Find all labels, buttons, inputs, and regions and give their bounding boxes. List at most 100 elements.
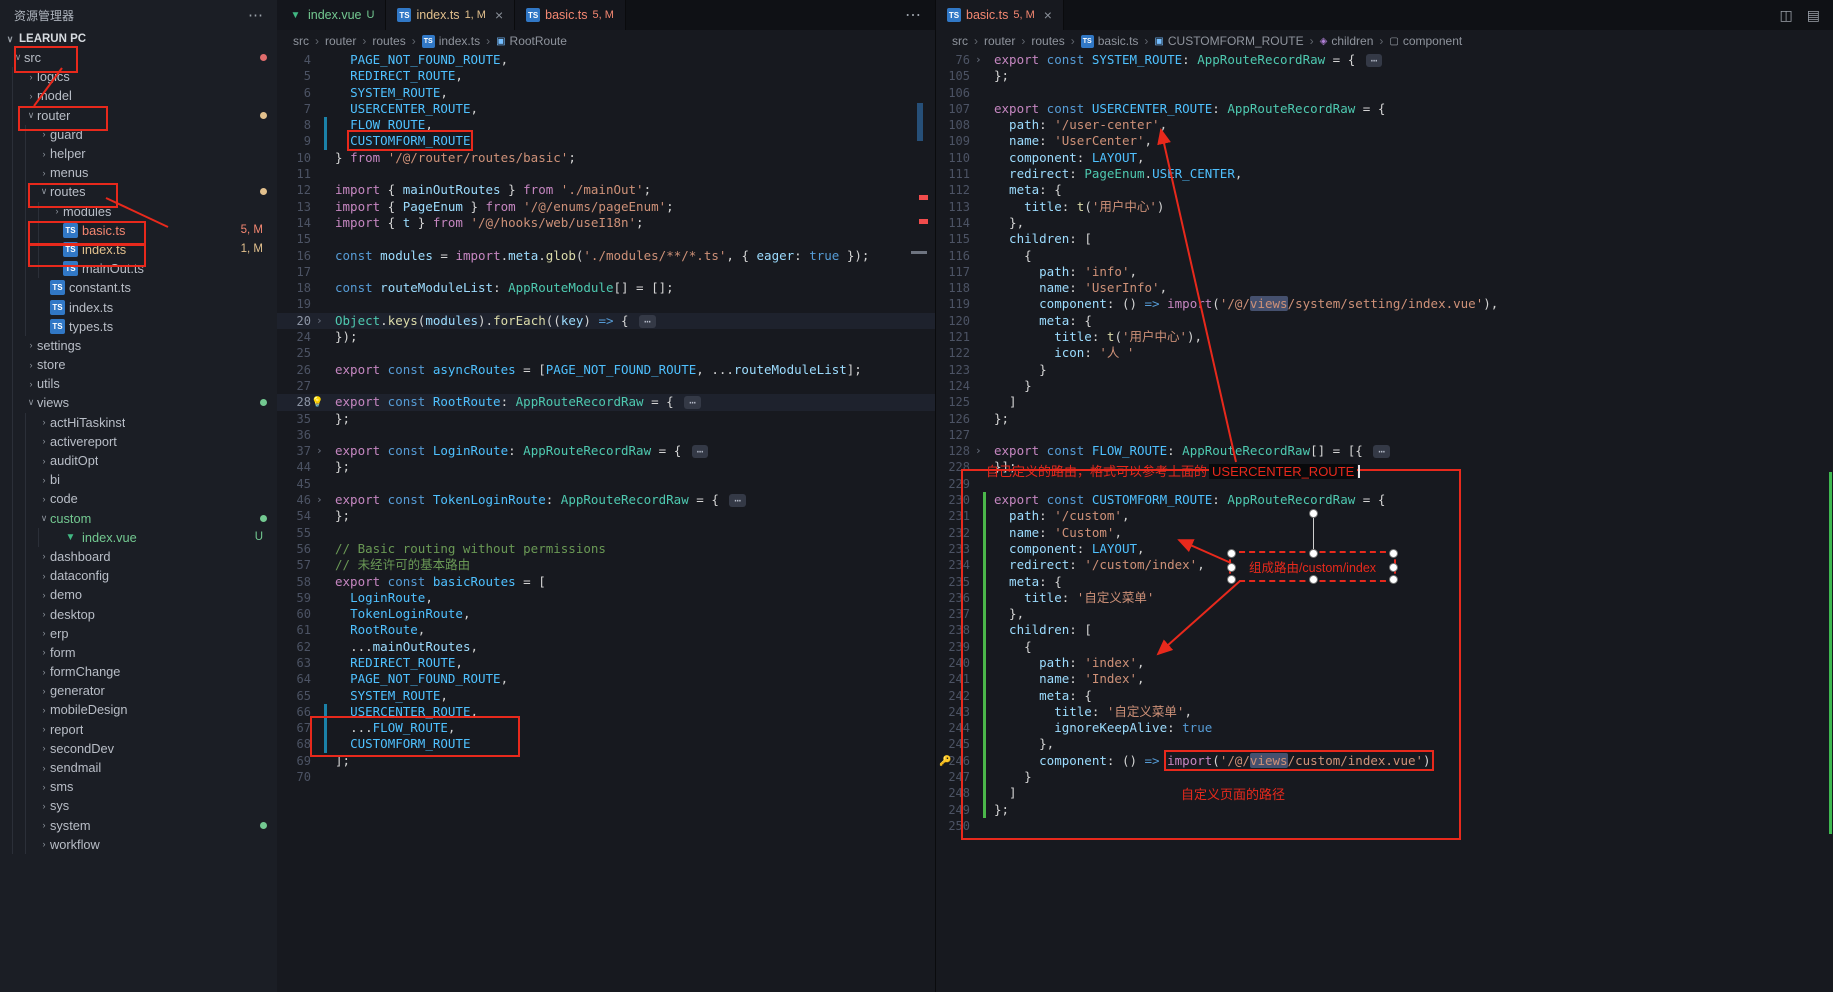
code-line-128[interactable]: 128›export const FLOW_ROUTE: AppRouteRec… bbox=[936, 443, 1833, 459]
tree-item-report[interactable]: ›report bbox=[0, 720, 277, 739]
code-line-123[interactable]: 123 } bbox=[936, 362, 1833, 378]
code-line-36[interactable]: 36 bbox=[277, 427, 935, 443]
code-line-124[interactable]: 124 } bbox=[936, 378, 1833, 394]
tree-item-index.ts[interactable]: TSindex.ts1, M bbox=[0, 240, 277, 259]
code-line-4[interactable]: 4 PAGE_NOT_FOUND_ROUTE, bbox=[277, 52, 935, 68]
code-line-118[interactable]: 118 name: 'UserInfo', bbox=[936, 280, 1833, 296]
breadcrumb-item-router[interactable]: router bbox=[984, 34, 1015, 48]
code-line-13[interactable]: 13import { PageEnum } from '/@/enums/pag… bbox=[277, 199, 935, 215]
code-line-17[interactable]: 17 bbox=[277, 264, 935, 280]
code-line-120[interactable]: 120 meta: { bbox=[936, 313, 1833, 329]
code-line-107[interactable]: 107export const USERCENTER_ROUTE: AppRou… bbox=[936, 101, 1833, 117]
code-line-15[interactable]: 15 bbox=[277, 231, 935, 247]
code-line-28[interactable]: 28💡export const RootRoute: AppRouteRecor… bbox=[277, 394, 935, 410]
code-line-108[interactable]: 108 path: '/user-center', bbox=[936, 117, 1833, 133]
fold-chevron-icon[interactable]: › bbox=[975, 443, 982, 459]
code-line-60[interactable]: 60 TokenLoginRoute, bbox=[277, 606, 935, 622]
breadcrumb-item-src[interactable]: src bbox=[293, 34, 309, 48]
code-line-247[interactable]: 247 } bbox=[936, 769, 1833, 785]
breadcrumb-item-component[interactable]: ▢component bbox=[1389, 34, 1462, 48]
code-line-64[interactable]: 64 PAGE_NOT_FOUND_ROUTE, bbox=[277, 671, 935, 687]
code-line-230[interactable]: 230export const CUSTOMFORM_ROUTE: AppRou… bbox=[936, 492, 1833, 508]
code-line-238[interactable]: 238 children: [ bbox=[936, 622, 1833, 638]
code-line-250[interactable]: 250 bbox=[936, 818, 1833, 834]
fold-chevron-icon[interactable]: › bbox=[975, 52, 982, 68]
lightbulb-icon[interactable]: 💡 bbox=[311, 395, 323, 411]
code-line-126[interactable]: 126}; bbox=[936, 411, 1833, 427]
tree-item-auditOpt[interactable]: ›auditOpt bbox=[0, 451, 277, 470]
tree-item-logics[interactable]: ›logics bbox=[0, 67, 277, 86]
tree-item-dataconfig[interactable]: ›dataconfig bbox=[0, 566, 277, 585]
code-line-69[interactable]: 69]; bbox=[277, 753, 935, 769]
code-line-111[interactable]: 111 redirect: PageEnum.USER_CENTER, bbox=[936, 166, 1833, 182]
tree-item-sys[interactable]: ›sys bbox=[0, 796, 277, 815]
tree-item-dashboard[interactable]: ›dashboard bbox=[0, 547, 277, 566]
code-line-114[interactable]: 114 }, bbox=[936, 215, 1833, 231]
code-line-46[interactable]: 46›export const TokenLoginRoute: AppRout… bbox=[277, 492, 935, 508]
tree-item-desktop[interactable]: ›desktop bbox=[0, 604, 277, 623]
tree-item-src[interactable]: ∨src bbox=[0, 48, 277, 67]
code-line-27[interactable]: 27 bbox=[277, 378, 935, 394]
code-line-63[interactable]: 63 REDIRECT_ROUTE, bbox=[277, 655, 935, 671]
code-line-228[interactable]: 228}]; bbox=[936, 459, 1833, 475]
code-line-8[interactable]: 8 FLOW_ROUTE, bbox=[277, 117, 935, 133]
tree-item-activereport[interactable]: ›activereport bbox=[0, 432, 277, 451]
tree-item-types.ts[interactable]: TStypes.ts bbox=[0, 317, 277, 336]
tree-item-code[interactable]: ›code bbox=[0, 489, 277, 508]
close-icon[interactable]: × bbox=[1044, 7, 1052, 23]
tree-item-views[interactable]: ∨views bbox=[0, 393, 277, 412]
tree-item-index.ts[interactable]: TSindex.ts bbox=[0, 297, 277, 316]
tree-item-custom[interactable]: ∨custom bbox=[0, 509, 277, 528]
scrollbar-thumb[interactable] bbox=[917, 103, 923, 141]
code-line-249[interactable]: 249}; bbox=[936, 802, 1833, 818]
code-line-232[interactable]: 232 name: 'Custom', bbox=[936, 525, 1833, 541]
split-editor-icon[interactable]: ◫ bbox=[1780, 7, 1793, 24]
code-line-25[interactable]: 25 bbox=[277, 345, 935, 361]
tree-item-constant.ts[interactable]: TSconstant.ts bbox=[0, 278, 277, 297]
tree-item-modules[interactable]: ›modules bbox=[0, 202, 277, 221]
code-line-105[interactable]: 105}; bbox=[936, 68, 1833, 84]
code-line-110[interactable]: 110 component: LAYOUT, bbox=[936, 150, 1833, 166]
code-area-index-ts[interactable]: 4 PAGE_NOT_FOUND_ROUTE,5 REDIRECT_ROUTE,… bbox=[277, 52, 935, 992]
more-actions-icon[interactable]: ⋯ bbox=[248, 6, 263, 24]
tree-item-erp[interactable]: ›erp bbox=[0, 624, 277, 643]
editor-actions-icon[interactable]: ⋯ bbox=[891, 0, 935, 30]
breadcrumb-item-children[interactable]: ◈children bbox=[1320, 34, 1374, 48]
tree-item-routes[interactable]: ∨routes bbox=[0, 182, 277, 201]
code-line-20[interactable]: 20›Object.keys(modules).forEach((key) =>… bbox=[277, 313, 935, 329]
code-line-246[interactable]: 246🔑 component: () => import('/@/views/c… bbox=[936, 753, 1833, 769]
code-line-26[interactable]: 26export const asyncRoutes = [PAGE_NOT_F… bbox=[277, 362, 935, 378]
tab-index.ts[interactable]: TSindex.ts1, M× bbox=[386, 0, 515, 30]
code-line-229[interactable]: 229 bbox=[936, 476, 1833, 492]
breadcrumb-item-RootRoute[interactable]: ▣RootRoute bbox=[496, 34, 567, 48]
code-line-231[interactable]: 231 path: '/custom', bbox=[936, 508, 1833, 524]
code-line-240[interactable]: 240 path: 'index', bbox=[936, 655, 1833, 671]
code-line-243[interactable]: 243 title: '自定义菜单', bbox=[936, 704, 1833, 720]
tree-item-basic.ts[interactable]: TSbasic.ts5, M bbox=[0, 221, 277, 240]
tree-item-demo[interactable]: ›demo bbox=[0, 585, 277, 604]
code-line-117[interactable]: 117 path: 'info', bbox=[936, 264, 1833, 280]
code-line-58[interactable]: 58export const basicRoutes = [ bbox=[277, 574, 935, 590]
code-line-235[interactable]: 235 meta: { bbox=[936, 574, 1833, 590]
code-line-6[interactable]: 6 SYSTEM_ROUTE, bbox=[277, 85, 935, 101]
fold-chevron-icon[interactable]: › bbox=[316, 443, 323, 459]
tree-root-learun-pc[interactable]: ∨ LEARUN PC bbox=[0, 30, 277, 48]
tree-item-helper[interactable]: ›helper bbox=[0, 144, 277, 163]
code-line-68[interactable]: 68 CUSTOMFORM_ROUTE bbox=[277, 736, 935, 752]
tree-item-model[interactable]: ›model bbox=[0, 86, 277, 105]
breadcrumb-item-basic.ts[interactable]: TSbasic.ts bbox=[1081, 34, 1139, 48]
code-line-16[interactable]: 16const modules = import.meta.glob('./mo… bbox=[277, 248, 935, 264]
code-line-11[interactable]: 11 bbox=[277, 166, 935, 182]
code-line-10[interactable]: 10} from '/@/router/routes/basic'; bbox=[277, 150, 935, 166]
code-line-115[interactable]: 115 children: [ bbox=[936, 231, 1833, 247]
code-line-106[interactable]: 106 bbox=[936, 85, 1833, 101]
tree-item-index.vue[interactable]: ▼index.vueU bbox=[0, 528, 277, 547]
breadcrumb-item-router[interactable]: router bbox=[325, 34, 356, 48]
code-line-57[interactable]: 57// 未经许可的基本路由 bbox=[277, 557, 935, 573]
tree-item-workflow[interactable]: ›workflow bbox=[0, 835, 277, 854]
code-line-70[interactable]: 70 bbox=[277, 769, 935, 785]
breadcrumb-item-src[interactable]: src bbox=[952, 34, 968, 48]
breadcrumb-item-CUSTOMFORM_ROUTE[interactable]: ▣CUSTOMFORM_ROUTE bbox=[1154, 34, 1303, 48]
code-line-76[interactable]: 76›export const SYSTEM_ROUTE: AppRouteRe… bbox=[936, 52, 1833, 68]
fold-chevron-icon[interactable]: › bbox=[316, 313, 323, 329]
